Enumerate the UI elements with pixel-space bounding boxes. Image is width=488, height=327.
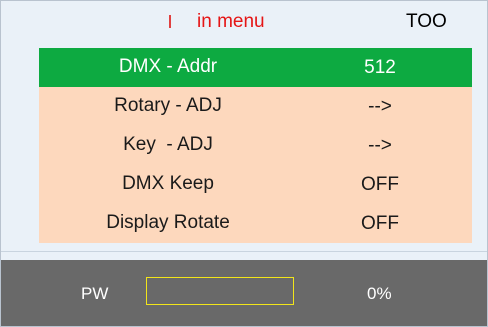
menu-item-value: --> [368,135,392,156]
device-menu-panel: in menu TOO DMX - Addr 512 Rotary - ADJ … [0,0,488,327]
header-right-label: TOO [406,11,447,32]
menu-item-key-adj[interactable]: Key - ADJ --> [39,126,472,165]
power-status-bar: PW 0% [1,260,487,326]
menu-item-value: OFF [361,213,399,234]
menu-item-label: Display Rotate [106,212,230,233]
menu-item-display-rotate[interactable]: Display Rotate OFF [39,204,472,243]
menu-item-label: Rotary - ADJ [114,95,222,116]
menu-item-dmx-addr[interactable]: DMX - Addr 512 [39,48,472,87]
menu-item-value: --> [368,96,392,117]
menu-item-dmx-keep[interactable]: DMX Keep OFF [39,165,472,204]
menu-header: in menu TOO [1,1,487,43]
menu-item-label: Key - ADJ [123,134,213,155]
menu-item-label: DMX Keep [122,173,214,194]
menu-item-value: OFF [361,174,399,195]
panel-divider [1,251,487,252]
menu-list: DMX - Addr 512 Rotary - ADJ --> Key - AD… [39,48,472,243]
pw-label: PW [81,284,109,303]
menu-item-value: 512 [364,57,396,78]
menu-item-rotary-adj[interactable]: Rotary - ADJ --> [39,87,472,126]
menu-item-label: DMX - Addr [118,56,218,77]
menu-mode-label: in menu [197,11,265,32]
text-cursor-indicator [169,15,171,28]
pw-percent: 0% [367,284,392,303]
pw-progress-bar [146,277,294,305]
